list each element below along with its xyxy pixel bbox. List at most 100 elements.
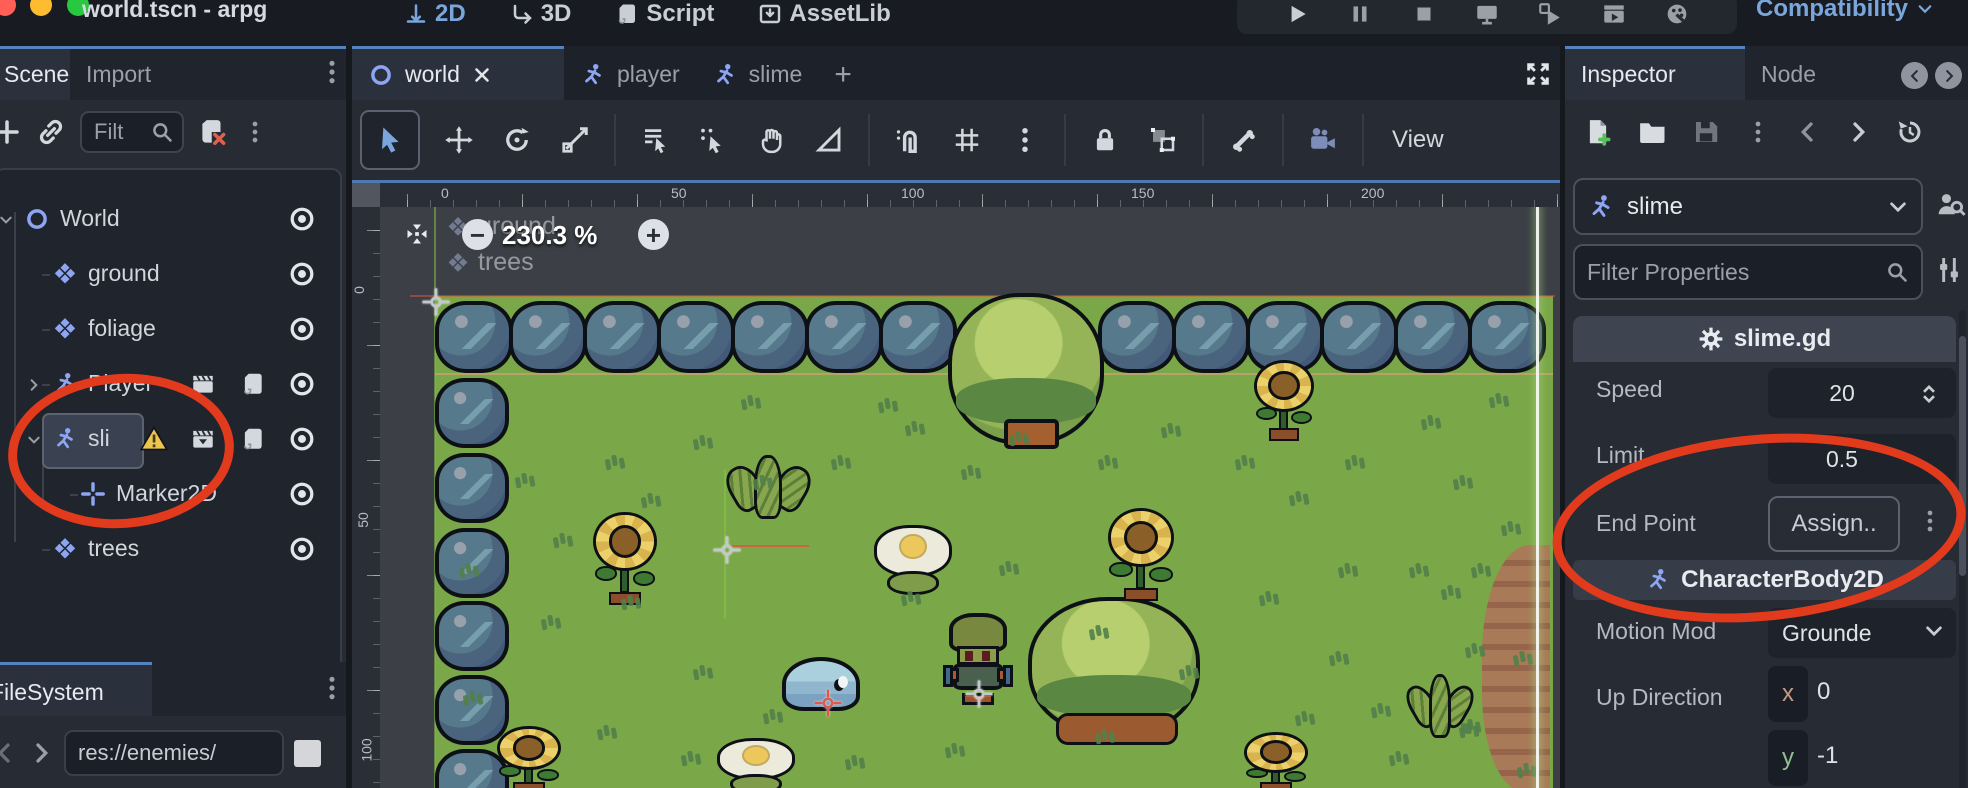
tab-scene[interactable]: Scene — [0, 46, 70, 100]
play-button[interactable] — [1284, 1, 1310, 27]
visibility-icon[interactable] — [288, 370, 316, 398]
minimize-window-button[interactable] — [30, 0, 52, 16]
scale-tool-icon[interactable] — [560, 125, 590, 155]
file-thumbnail[interactable] — [294, 740, 321, 767]
tree-row-trees[interactable]: trees — [0, 522, 326, 577]
load-resource-icon[interactable] — [1637, 117, 1667, 147]
grid-snap-icon[interactable] — [952, 125, 982, 155]
save-resource-icon[interactable] — [1691, 117, 1721, 147]
new-scene-tab-button[interactable]: + — [818, 46, 868, 100]
mode-button-assetlib[interactable]: AssetLib — [758, 0, 890, 28]
resource-menu-icon[interactable] — [1745, 119, 1771, 145]
visibility-icon[interactable] — [288, 425, 316, 453]
2d-viewport[interactable]: 050100 050100150200 ground — [352, 180, 1560, 788]
list-select-tool-icon[interactable] — [640, 125, 670, 155]
mode-button-3d[interactable]: 3D — [510, 0, 572, 28]
add-node-button[interactable] — [0, 117, 22, 147]
scene-dock-menu-icon[interactable] — [318, 58, 346, 86]
play-custom-scene-button[interactable] — [1601, 1, 1627, 27]
close-tab-icon[interactable] — [471, 64, 493, 86]
nav-back-icon[interactable] — [0, 740, 18, 766]
snap-options-icon[interactable] — [1010, 125, 1040, 155]
history-forward-icon[interactable] — [1845, 119, 1871, 145]
new-resource-icon[interactable] — [1583, 117, 1613, 147]
open-docs-icon[interactable] — [1933, 188, 1967, 222]
clapper-down-icon[interactable] — [190, 426, 216, 452]
scene-tab-player[interactable]: player — [564, 46, 696, 100]
close-window-button[interactable] — [0, 0, 16, 16]
history-icon[interactable] — [1895, 117, 1925, 147]
tab-inspector[interactable]: Inspector — [1565, 46, 1745, 100]
group-selected-icon[interactable] — [1148, 125, 1178, 155]
tree-row-sli[interactable]: sli — [0, 412, 326, 467]
play-scene-button[interactable] — [1537, 1, 1563, 27]
tree-row-foliage[interactable]: foliage — [0, 302, 326, 357]
path-field[interactable]: res://enemies/ — [64, 730, 284, 776]
mode-button-2d[interactable]: 2D — [404, 0, 466, 28]
script-icon[interactable] — [240, 371, 266, 397]
detach-script-button[interactable] — [198, 117, 228, 147]
end-point-menu-icon[interactable] — [1917, 508, 1943, 534]
lock-icon[interactable] — [1090, 125, 1120, 155]
camera-override-icon[interactable] — [1308, 125, 1338, 155]
clapper-icon[interactable] — [190, 371, 216, 397]
tree-row-player[interactable]: Player — [0, 357, 326, 412]
expander-icon[interactable] — [0, 212, 14, 228]
tree-row-marker2d[interactable]: Marker2D — [0, 467, 326, 522]
history-back-icon[interactable] — [1795, 119, 1821, 145]
filesystem-menu-icon[interactable] — [318, 674, 346, 702]
select-tool-button[interactable] — [360, 110, 420, 170]
viewport-canvas[interactable]: ground trees − 230.3 % + — [380, 207, 1560, 788]
rotate-tool-icon[interactable] — [502, 125, 532, 155]
visibility-icon[interactable] — [288, 480, 316, 508]
view-menu[interactable]: View — [1392, 126, 1444, 154]
scene-tree-menu-icon[interactable] — [242, 119, 268, 145]
stop-button[interactable] — [1411, 1, 1437, 27]
tab-node[interactable]: Node — [1745, 46, 1832, 100]
tree-row-world[interactable]: World — [0, 192, 326, 247]
zoom-in-button[interactable]: + — [638, 219, 669, 250]
expander-icon[interactable] — [26, 377, 42, 393]
visibility-icon[interactable] — [288, 315, 316, 343]
spinner-icon[interactable] — [1917, 382, 1941, 406]
limit-field[interactable]: 0.5 — [1768, 434, 1956, 484]
extra-settings-icon[interactable] — [1933, 254, 1965, 286]
bone-icon[interactable] — [1228, 125, 1258, 155]
move-tool-icon[interactable] — [444, 125, 474, 155]
ruler-tool-icon[interactable] — [814, 125, 844, 155]
instance-scene-button[interactable] — [36, 117, 66, 147]
x-component-value[interactable]: 0 — [1817, 678, 1830, 706]
y-component-value[interactable]: -1 — [1817, 742, 1838, 770]
mode-button-script[interactable]: Script — [615, 0, 714, 28]
pause-button[interactable] — [1347, 1, 1373, 27]
scene-tab-slime[interactable]: slime — [696, 46, 819, 100]
visibility-icon[interactable] — [288, 205, 316, 233]
zoom-percentage[interactable]: 230.3 % — [502, 220, 597, 251]
nav-forward-icon[interactable] — [28, 740, 54, 766]
renderer-selector[interactable]: Compatibility — [1756, 0, 1934, 23]
snap-tool-icon[interactable] — [698, 125, 728, 155]
script-section-header[interactable]: slime.gd — [1573, 316, 1956, 362]
warning-icon[interactable] — [140, 425, 168, 453]
distraction-free-icon[interactable] — [1524, 60, 1552, 88]
assign-button[interactable]: Assign.. — [1768, 496, 1900, 552]
edited-node-selector[interactable]: slime — [1573, 178, 1923, 235]
movie-maker-button[interactable] — [1664, 1, 1690, 27]
dock-prev-button[interactable] — [1901, 62, 1928, 89]
scene-filter-input[interactable]: Filt — [80, 111, 184, 153]
pan-tool-icon[interactable] — [756, 125, 786, 155]
dock-next-button[interactable] — [1935, 62, 1962, 89]
center-view-icon[interactable] — [402, 219, 432, 249]
scene-tab-world[interactable]: world — [352, 46, 564, 100]
visibility-icon[interactable] — [288, 535, 316, 563]
visibility-icon[interactable] — [288, 260, 316, 288]
expander-icon[interactable] — [26, 432, 42, 448]
category-characterbody2d[interactable]: CharacterBody2D — [1573, 560, 1956, 600]
zoom-out-button[interactable]: − — [462, 219, 493, 250]
script-icon[interactable] — [240, 426, 266, 452]
tab-filesystem[interactable]: FileSystem — [0, 665, 152, 716]
inspector-scrollbar-thumb[interactable] — [1959, 336, 1966, 576]
tree-row-ground[interactable]: ground — [0, 247, 326, 302]
filter-properties-input[interactable]: Filter Properties — [1573, 244, 1923, 300]
tab-import[interactable]: Import — [70, 46, 167, 100]
